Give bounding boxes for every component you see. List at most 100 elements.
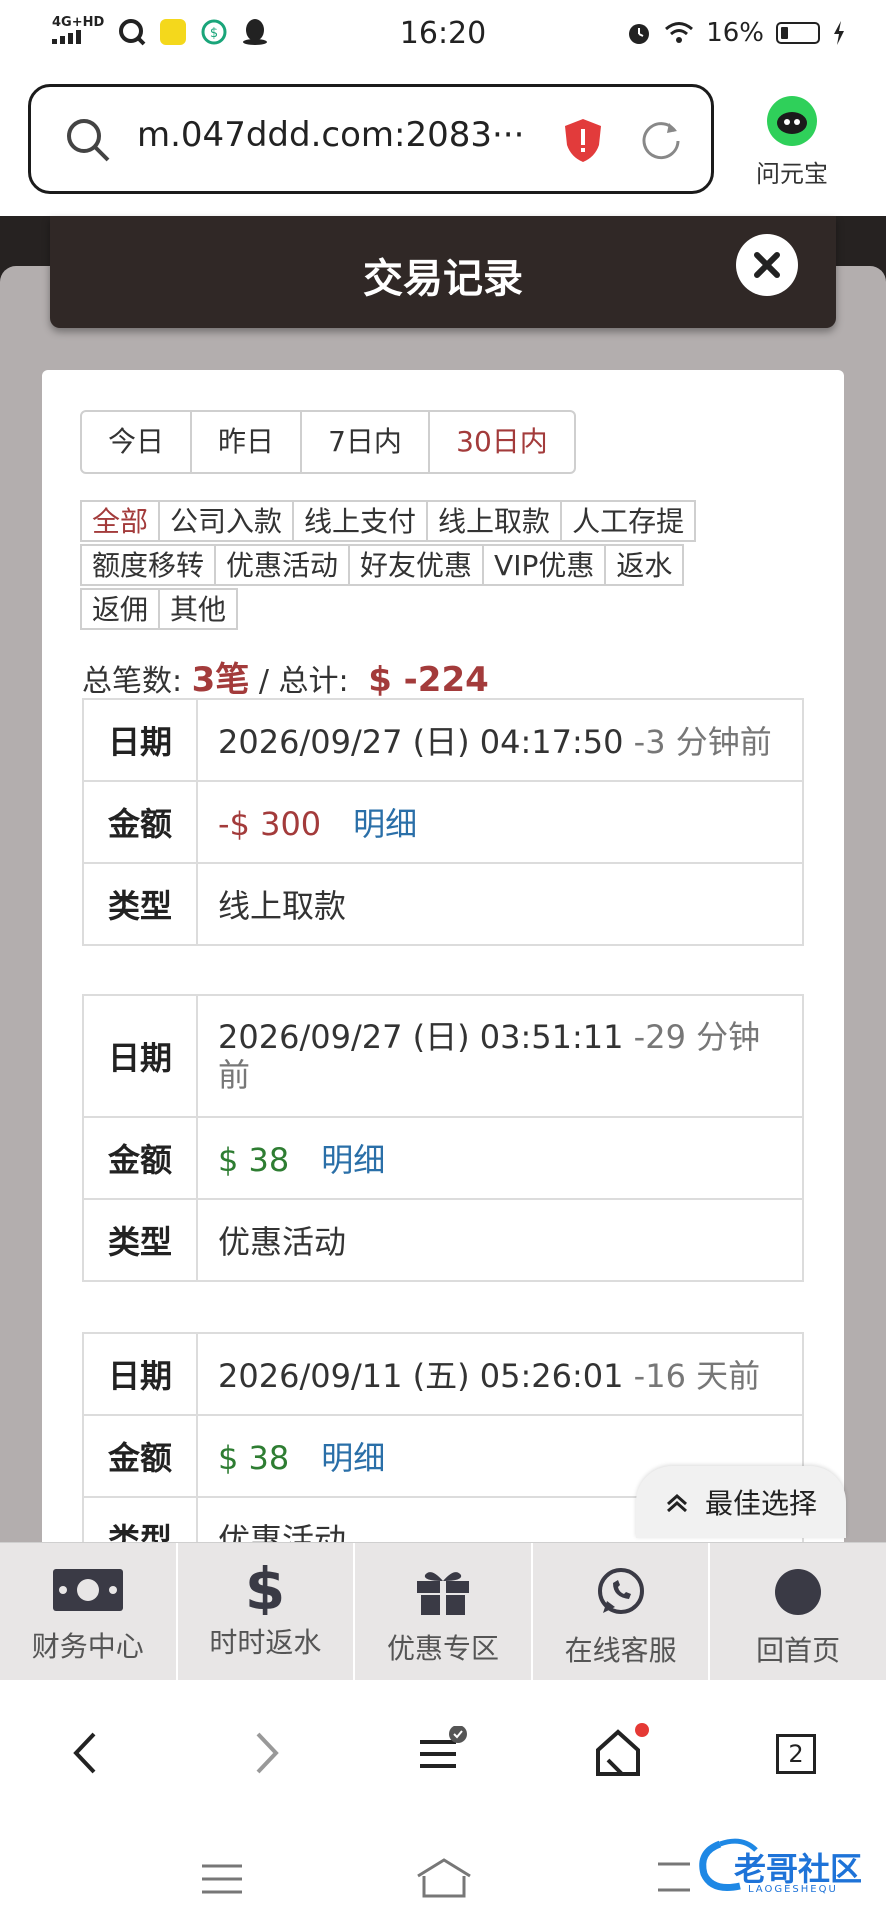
filter-commission[interactable]: 返佣 — [80, 588, 161, 630]
record-ago: -3 分钟前 — [633, 723, 772, 761]
tab-count-button[interactable]: 2 — [776, 1734, 816, 1774]
system-back-icon[interactable] — [654, 1856, 694, 1896]
security-shield-icon[interactable] — [563, 117, 603, 163]
filter-manual[interactable]: 人工存提 — [560, 500, 697, 542]
bottom-nav: 财务中心 $ 时时返水 优惠专区 在线客服 回首页 — [0, 1542, 886, 1681]
type-filter-row-2: 额度移转 优惠活动 好友优惠 VIP优惠 返水 — [80, 544, 685, 586]
search-icon — [67, 119, 110, 162]
amount-cell: -$ 300 明细 — [196, 780, 804, 864]
type-label: 类型 — [82, 1198, 198, 1282]
record-date-row: 日期 2026/09/27 (日) 03:51:11 -29 分钟前 — [82, 994, 804, 1118]
battery-icon — [776, 22, 820, 44]
cash-icon — [52, 1569, 123, 1611]
date-cell: 2026/09/27 (日) 04:17:50 -3 分钟前 — [196, 698, 804, 782]
nav-finance-center[interactable]: 财务中心 — [0, 1543, 178, 1681]
nav-promotions[interactable]: 优惠专区 — [355, 1543, 533, 1681]
record-date: 2026/09/27 (日) 04:17:50 — [218, 723, 624, 761]
menu-icon[interactable] — [418, 1726, 468, 1776]
filter-credit-transfer[interactable]: 额度移转 — [80, 544, 217, 586]
nav-label: 回首页 — [756, 1634, 841, 1667]
detail-link[interactable]: 明细 — [353, 805, 417, 843]
gift-icon — [416, 1572, 469, 1615]
filter-all[interactable]: 全部 — [80, 500, 161, 542]
whatsapp-icon — [597, 1568, 644, 1614]
system-home-icon[interactable] — [414, 1856, 474, 1900]
total-value: $ -224 — [368, 660, 489, 700]
record-date-row: 日期 2026/09/27 (日) 04:17:50 -3 分钟前 — [82, 698, 804, 782]
date-cell: 2026/09/11 (五) 05:26:01 -16 天前 — [196, 1332, 804, 1416]
best-choice-button[interactable]: 最佳选择 — [636, 1466, 846, 1538]
watermark-subtext: LAOGESHEQU — [748, 1884, 838, 1895]
home-icon[interactable] — [592, 1722, 650, 1780]
count-value: 3笔 — [191, 660, 250, 700]
record-amount: $ 38 — [218, 1439, 290, 1477]
dollar-icon: $ — [245, 1555, 285, 1623]
close-icon — [754, 252, 780, 278]
nav-home[interactable]: 回首页 — [710, 1543, 886, 1681]
browser-toolbar: 2 — [0, 1680, 886, 1820]
modal-title: 交易记录 — [363, 256, 523, 302]
amount-label: 金额 — [82, 1414, 198, 1498]
transaction-record: 日期 2026/09/27 (日) 03:51:11 -29 分钟前 金额 $ … — [82, 994, 804, 1282]
date-label: 日期 — [82, 698, 198, 782]
filter-other[interactable]: 其他 — [158, 588, 239, 630]
filter-promotions[interactable]: 优惠活动 — [214, 544, 351, 586]
home-circle-icon — [775, 1569, 822, 1615]
nav-customer-service[interactable]: 在线客服 — [533, 1543, 711, 1681]
close-button[interactable] — [736, 234, 798, 296]
filter-company-deposit[interactable]: 公司入款 — [158, 500, 295, 542]
record-type: 线上取款 — [196, 862, 804, 946]
tab-30-days[interactable]: 30日内 — [430, 412, 574, 472]
detail-link[interactable]: 明细 — [321, 1141, 385, 1179]
back-icon[interactable] — [70, 1730, 100, 1776]
svg-text:$: $ — [245, 1559, 285, 1615]
address-bar[interactable]: m.047ddd.com:2083··· — [28, 84, 714, 194]
tab-today[interactable]: 今日 — [82, 412, 192, 472]
transactions-card: 今日 昨日 7日内 30日内 全部 公司入款 线上支付 线上取款 人工存提 额度… — [42, 370, 844, 1542]
watermark-logo: 老哥社区 LAOGESHEQU — [690, 1832, 880, 1902]
tab-7-days[interactable]: 7日内 — [302, 412, 430, 472]
type-filter-row-3: 返佣 其他 — [80, 588, 239, 630]
record-ago: -16 天前 — [633, 1357, 761, 1395]
recent-apps-icon[interactable] — [200, 1862, 244, 1896]
nav-label: 时时返水 — [209, 1626, 322, 1659]
chevron-up-icon — [666, 1493, 687, 1512]
assistant-label: 问元宝 — [756, 160, 828, 188]
forward-icon[interactable] — [252, 1730, 282, 1776]
date-label: 日期 — [82, 994, 198, 1118]
filter-online-payment[interactable]: 线上支付 — [292, 500, 429, 542]
nav-rebate[interactable]: $ 时时返水 — [178, 1543, 356, 1681]
wifi-icon — [665, 22, 694, 43]
type-label: 类型 — [82, 862, 198, 946]
record-amount: -$ 300 — [218, 805, 322, 843]
count-label: 总笔数: — [82, 664, 183, 699]
record-amount-row: 金额 -$ 300 明细 — [82, 780, 804, 864]
record-type: 优惠活动 — [196, 1198, 804, 1282]
record-type-row: 类型 线上取款 — [82, 862, 804, 946]
url-text[interactable]: m.047ddd.com:2083··· — [137, 115, 524, 155]
assistant-logo-icon — [767, 96, 817, 146]
type-label: 类型 — [82, 1496, 198, 1542]
filter-rebate[interactable]: 返水 — [604, 544, 685, 586]
amount-cell: $ 38 明细 — [196, 1116, 804, 1200]
record-amount-row: 金额 $ 38 明细 — [82, 1116, 804, 1200]
filter-friend-bonus[interactable]: 好友优惠 — [348, 544, 485, 586]
nav-label: 财务中心 — [31, 1630, 144, 1663]
record-type-row: 类型 优惠活动 — [82, 1198, 804, 1282]
tab-yesterday[interactable]: 昨日 — [192, 412, 302, 472]
modal-header: 交易记录 — [50, 216, 836, 328]
nav-label: 在线客服 — [564, 1634, 677, 1667]
assistant-button[interactable]: 问元宝 — [750, 96, 834, 189]
record-amount: $ 38 — [218, 1141, 290, 1179]
reload-icon[interactable] — [639, 117, 683, 161]
detail-link[interactable]: 明细 — [321, 1439, 385, 1477]
filter-vip-bonus[interactable]: VIP优惠 — [482, 544, 607, 586]
total-label: 总计: — [278, 664, 349, 699]
date-cell: 2026/09/27 (日) 03:51:11 -29 分钟前 — [196, 994, 804, 1118]
amount-label: 金额 — [82, 1116, 198, 1200]
status-right: 16% — [626, 18, 846, 48]
record-date: 2026/09/27 (日) 03:51:11 — [218, 1018, 624, 1056]
date-label: 日期 — [82, 1332, 198, 1416]
summary-separator: / — [258, 664, 269, 699]
filter-online-withdrawal[interactable]: 线上取款 — [426, 500, 563, 542]
